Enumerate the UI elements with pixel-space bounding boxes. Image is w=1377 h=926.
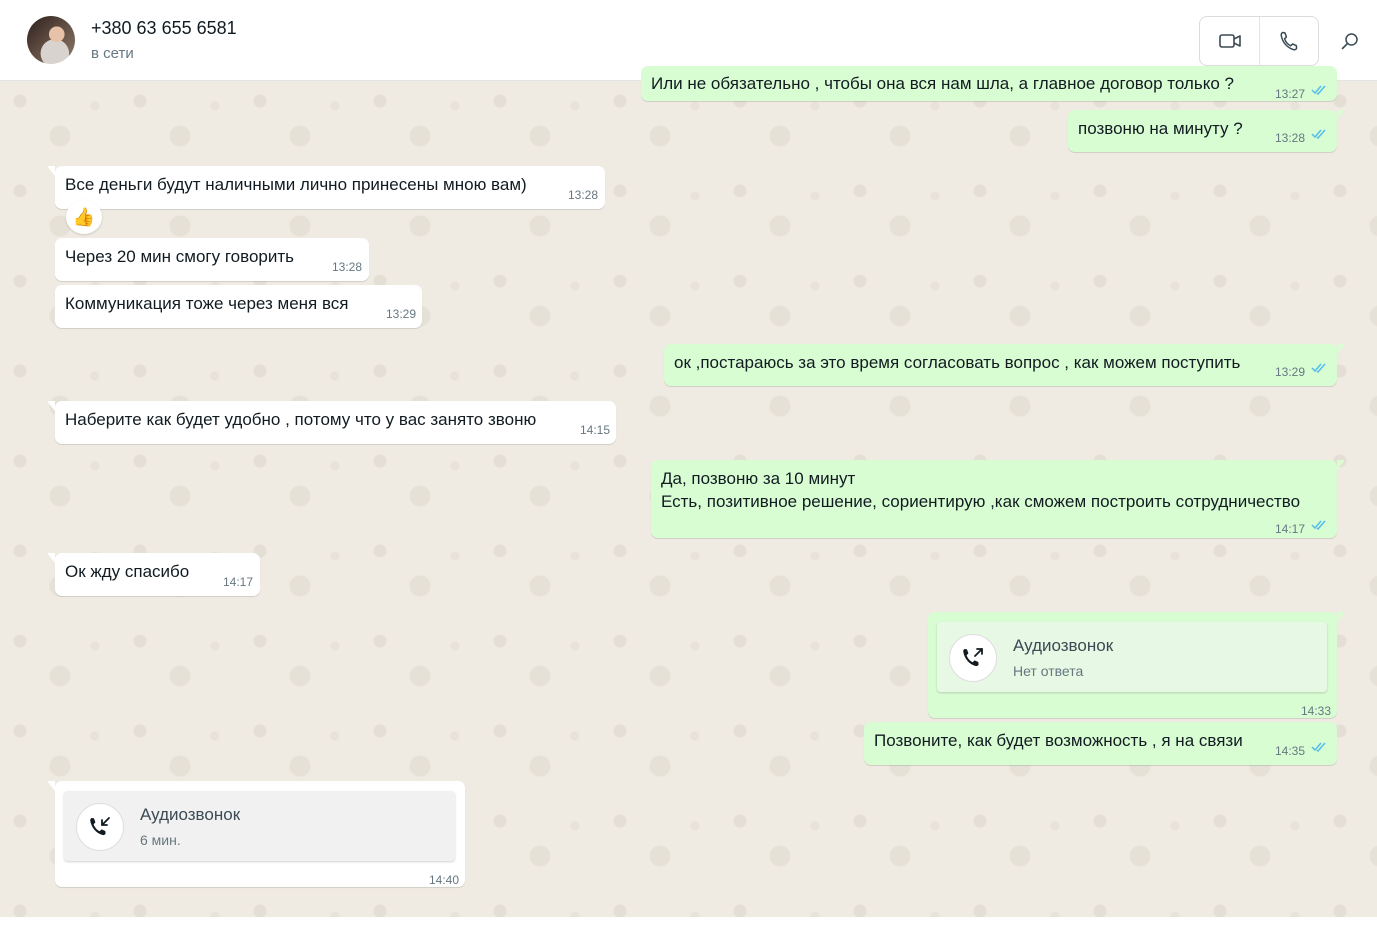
call-message-incoming[interactable]: Аудиозвонок 6 мин. 14:40 <box>47 781 465 887</box>
video-call-button[interactable] <box>1200 17 1259 65</box>
phone-call-icon <box>1280 31 1298 51</box>
read-ticks-icon <box>1311 85 1326 95</box>
reaction-thumbs-up[interactable]: 👍 <box>66 200 102 234</box>
message-text: Наберите как будет удобно , потому что у… <box>65 410 537 429</box>
message-incoming[interactable]: Наберите как будет удобно , потому что у… <box>47 401 616 444</box>
message-time: 14:15 <box>580 423 611 437</box>
message-time: 13:29 <box>386 307 417 321</box>
message-outgoing[interactable]: Да, позвоню за 10 минут Есть, позитивное… <box>651 460 1345 538</box>
message-text: Через 20 мин смогу говорить <box>65 247 295 266</box>
search-button[interactable] <box>1330 26 1370 56</box>
message-outgoing[interactable]: Позвоните, как будет возможность , я на … <box>864 722 1337 765</box>
message-incoming[interactable]: Все деньги будут наличными лично принесе… <box>47 166 605 209</box>
message-text: Ок жду спасибо <box>65 562 190 581</box>
message-outgoing[interactable]: позвоню на минуту ? 13:28 <box>1068 110 1345 152</box>
read-ticks-icon <box>1311 520 1326 530</box>
message-time: 14:35 <box>1275 744 1306 758</box>
message-outgoing[interactable]: Или не обязательно , чтобы она вся нам ш… <box>641 66 1337 101</box>
message-time: 13:28 <box>332 260 363 274</box>
call-duration: 6 мин. <box>140 832 181 848</box>
contact-avatar[interactable] <box>27 16 75 64</box>
incoming-call-icon <box>90 817 110 836</box>
message-time: 13:28 <box>568 188 599 202</box>
message-time: 14:17 <box>1275 522 1306 536</box>
message-text-line-1: Да, позвоню за 10 минут <box>661 469 856 488</box>
contact-name[interactable]: +380 63 655 6581 <box>91 18 237 39</box>
read-ticks-icon <box>1311 129 1326 139</box>
message-text: Или не обязательно , чтобы она вся нам ш… <box>651 74 1234 93</box>
message-time: 14:17 <box>223 575 254 589</box>
message-time: 14:33 <box>1301 704 1332 718</box>
read-ticks-icon <box>1311 363 1326 373</box>
message-time: 13:28 <box>1275 131 1306 145</box>
message-text: позвоню на минуту ? <box>1078 119 1243 138</box>
message-text: ок ,постараюсь за это время согласовать … <box>674 353 1241 372</box>
message-time: 13:27 <box>1275 87 1306 101</box>
message-time: 14:40 <box>429 873 460 887</box>
call-card[interactable]: Аудиозвонок Нет ответа <box>937 622 1327 692</box>
contact-status: в сети <box>91 45 134 62</box>
call-card[interactable]: Аудиозвонок 6 мин. <box>64 791 455 861</box>
call-message-outgoing[interactable]: Аудиозвонок Нет ответа 14:33 <box>928 612 1345 718</box>
call-title: Аудиозвонок <box>1013 636 1114 655</box>
composer-edge <box>0 917 1377 926</box>
voice-call-button[interactable] <box>1260 17 1318 65</box>
call-icon-circle <box>76 803 124 851</box>
message-text: Коммуникация тоже через меня вся <box>65 294 349 313</box>
message-incoming[interactable]: Ок жду спасибо 14:17 <box>47 553 260 596</box>
message-outgoing[interactable]: ок ,постараюсь за это время согласовать … <box>664 344 1345 386</box>
read-ticks-icon <box>1311 742 1326 752</box>
call-title: Аудиозвонок <box>140 805 241 824</box>
message-text: Позвоните, как будет возможность , я на … <box>874 731 1243 750</box>
video-call-icon <box>1218 34 1241 48</box>
message-incoming[interactable]: Через 20 мин смогу говорить 13:28 <box>55 238 369 281</box>
call-icon-circle <box>949 634 997 682</box>
outgoing-call-icon <box>963 648 983 667</box>
message-text-line-2: Есть, позитивное решение, сориентирую ,к… <box>661 492 1301 511</box>
message-incoming[interactable]: Коммуникация тоже через меня вся 13:29 <box>55 285 422 328</box>
message-text: Все деньги будут наличными лично принесе… <box>65 175 527 194</box>
call-status: Нет ответа <box>1013 663 1084 679</box>
call-button-group <box>1199 16 1319 66</box>
search-icon <box>1341 33 1358 50</box>
message-time: 13:29 <box>1275 365 1306 379</box>
